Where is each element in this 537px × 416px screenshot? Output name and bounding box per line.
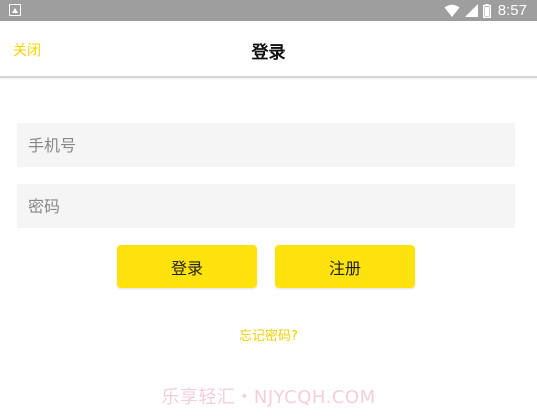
status-time: 8:57 xyxy=(497,2,527,19)
watermark: 乐享轻汇・NJYCQH.COM xyxy=(161,387,376,408)
page-title: 登录 xyxy=(251,43,286,63)
notification-image-icon xyxy=(9,4,21,16)
status-bar: 8:57 xyxy=(0,0,537,21)
phone-input[interactable] xyxy=(17,123,515,167)
battery-icon xyxy=(482,3,491,18)
nav-bar: 关闭 登录 xyxy=(0,21,537,78)
password-input[interactable] xyxy=(17,184,515,228)
signal-icon xyxy=(464,4,478,17)
forgot-password-link[interactable]: 忘记密码? xyxy=(0,325,537,344)
status-icons: 8:57 xyxy=(444,0,527,21)
wifi-icon xyxy=(444,4,460,17)
login-button[interactable]: 登录 xyxy=(117,245,257,288)
register-button[interactable]: 注册 xyxy=(275,245,415,288)
